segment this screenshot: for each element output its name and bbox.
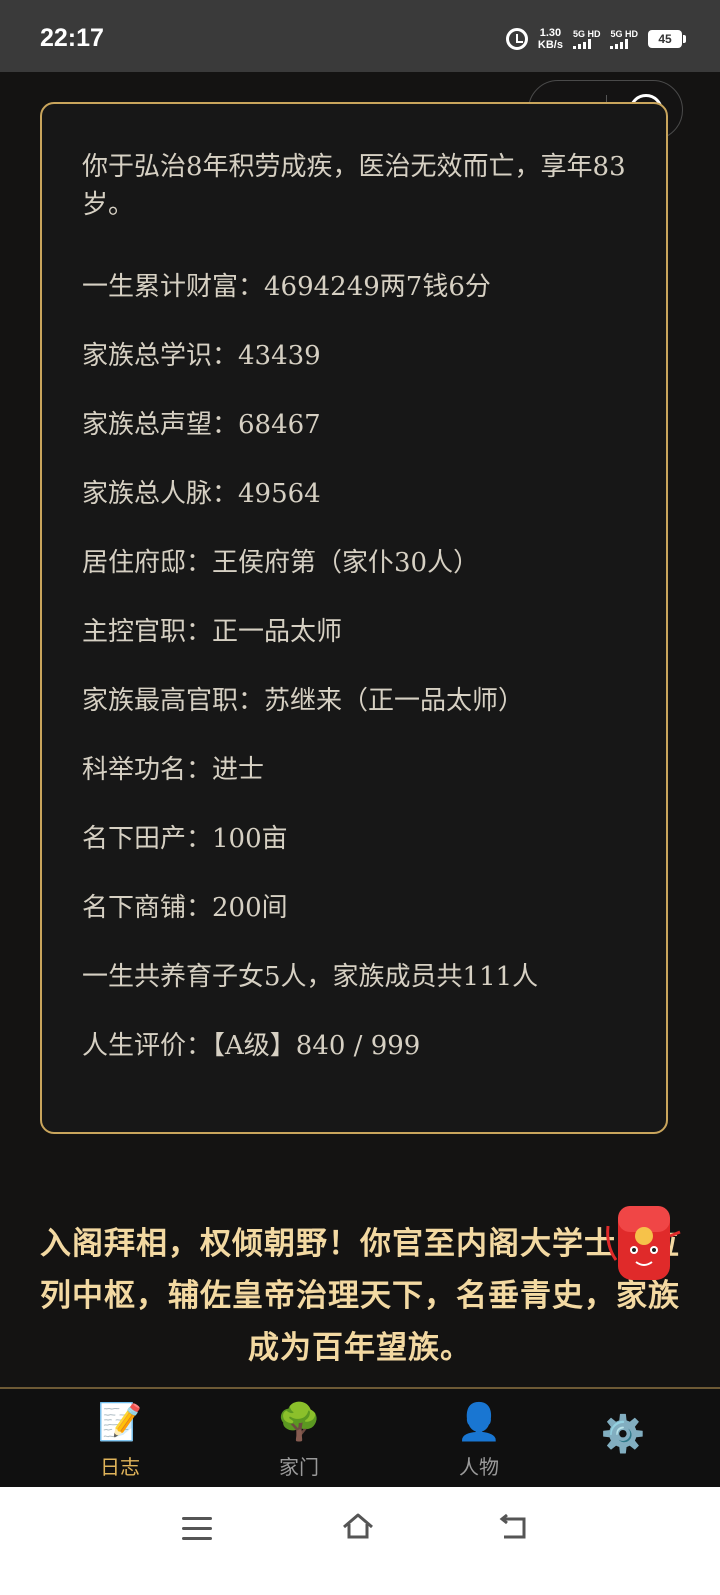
tab-log[interactable]: 📝 日志 <box>60 1401 180 1480</box>
battery-icon: 45 <box>648 30 686 48</box>
back-icon[interactable] <box>498 1513 530 1543</box>
tab-settings[interactable]: ⚙️ <box>563 1413 683 1457</box>
highest-office: 家族最高官职：苏继来（正一品太师） <box>82 686 525 716</box>
total-wealth: 一生累计财富：4694249两7钱6分 <box>82 272 491 302</box>
tab-log-label: 日志 <box>100 1455 140 1479</box>
recent-apps-icon[interactable] <box>182 1517 212 1547</box>
status-bar: 22:17 1.30 KB/s 5G HD 5G HD 45 <box>0 0 720 72</box>
family-knowledge: 家族总学识：43439 <box>82 341 321 371</box>
family-prestige: 家族总声望：68467 <box>82 410 321 440</box>
life-summary-card: 你于弘治8年积劳成疾，医治无效而亡，享年83岁。 一生累计财富：4694249两… <box>40 102 668 1134</box>
red-packet-icon[interactable] <box>604 1196 682 1288</box>
shops: 名下商铺：200间 <box>82 893 288 923</box>
status-icons: 1.30 KB/s 5G HD 5G HD 45 <box>505 27 686 51</box>
network-speed-unit: KB/s <box>537 39 563 51</box>
status-time: 22:17 <box>40 24 104 52</box>
network-speed-value: 1.30 <box>539 27 562 39</box>
signal-bars-icon <box>610 39 629 49</box>
system-nav-bar <box>0 1487 720 1595</box>
farmland: 名下田产：100亩 <box>82 824 288 854</box>
tab-characters[interactable]: 👤 人物 <box>419 1401 539 1480</box>
tab-characters-label: 人物 <box>459 1455 499 1479</box>
family-connections: 家族总人脉：49564 <box>82 479 321 509</box>
person-icon: 👤 <box>456 1402 502 1443</box>
home-icon[interactable] <box>340 1511 376 1543</box>
memo-icon: 📝 <box>97 1402 143 1443</box>
tab-family-label: 家门 <box>279 1455 319 1479</box>
tree-icon: 🌳 <box>276 1402 322 1443</box>
tab-family[interactable]: 🌳 家门 <box>239 1401 359 1480</box>
life-rating: 人生评价：【A级】840 / 999 <box>82 1031 421 1061</box>
ending-text: 入阁拜相，权倾朝野！你官至内阁大学士，位列中枢，辅佐皇帝治理天下，名垂青史，家族… <box>40 1226 680 1366</box>
main-office: 主控官职：正一品太师 <box>82 617 343 647</box>
network-speed: 1.30 KB/s <box>538 27 563 51</box>
residence: 居住府邸：王侯府第（家仆30人） <box>82 548 480 578</box>
signal-sim2-label: 5G HD <box>610 29 638 39</box>
bottom-tab-bar: 📝 日志 🌳 家门 👤 人物 ⚙️ <box>0 1387 720 1487</box>
alarm-icon <box>505 28 528 50</box>
signal-bars-icon <box>572 39 591 49</box>
signal-sim2: 5G HD <box>610 29 638 49</box>
gear-icon: ⚙️ <box>600 1414 646 1455</box>
signal-sim1: 5G HD <box>572 29 601 49</box>
signal-sim1-label: 5G HD <box>572 29 601 39</box>
children-count: 一生共养育子女5人，家族成员共111人 <box>82 962 539 992</box>
exam-rank: 科举功名：进士 <box>82 755 265 785</box>
death-text: 你于弘治8年积劳成疾，医治无效而亡，享年83岁。 <box>82 152 626 220</box>
